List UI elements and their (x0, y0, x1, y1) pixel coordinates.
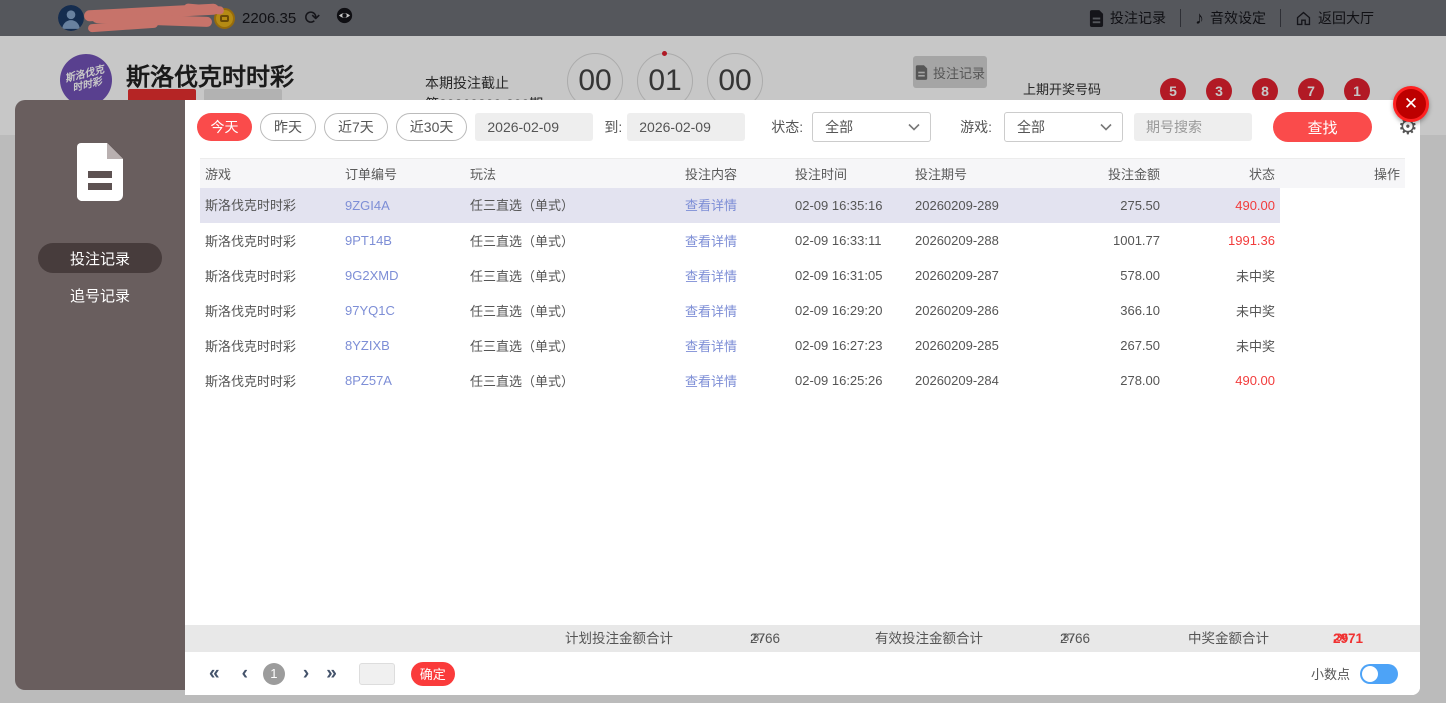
next-page-button[interactable]: › (303, 664, 309, 683)
filter-today-button[interactable]: 今天 (197, 113, 252, 141)
status-select[interactable]: 全部 (812, 112, 932, 142)
bet-records-panel: 今天 昨天 近7天 近30天 2026-02-09 到: 2026-02-09 … (185, 100, 1420, 695)
win-total-label: 中奖金额合计 (1188, 631, 1269, 646)
status-label: 状态: (771, 119, 804, 135)
view-details-link[interactable]: 查看详情 (680, 266, 790, 285)
status-value: 未中奖 (1235, 304, 1275, 319)
chevron-down-icon (908, 123, 920, 131)
decimal-toggle[interactable] (1360, 663, 1398, 684)
date-from-input[interactable]: 2026-02-09 (475, 113, 594, 141)
decimal-toggle-label: 小数点 (1310, 667, 1350, 682)
status-value: 未中奖 (1235, 269, 1275, 284)
order-id-link[interactable]: 8YZIXB (340, 338, 465, 353)
order-id-link[interactable]: 9ZGI4A (340, 188, 465, 223)
planned-total-label: 计划投注金额合计 (565, 631, 673, 646)
prev-page-button[interactable]: ‹ (242, 664, 248, 683)
search-button[interactable]: 查找 (1273, 112, 1373, 142)
first-page-button[interactable]: « (209, 664, 220, 683)
current-page-badge[interactable]: 1 (262, 662, 285, 685)
game-select[interactable]: 全部 (1004, 112, 1124, 142)
confirm-page-button[interactable]: 确定 (410, 661, 455, 686)
table-row: 斯洛伐克时时彩 9PT14B 任三直选（单式） 查看详情 02-09 16:33… (200, 223, 1405, 258)
table-row: 斯洛伐克时时彩 8PZ57A 任三直选（单式） 查看详情 02-09 16:25… (200, 363, 1405, 398)
order-id-link[interactable]: 97YQ1C (340, 303, 465, 318)
chevron-down-icon (1100, 123, 1112, 131)
filter-yesterday-button[interactable]: 昨天 (260, 113, 316, 141)
summary-bar: 计划投注金额合计 2766.87 有效投注金额合计 2766.87 中奖金额合计… (185, 625, 1420, 652)
records-document-icon (77, 143, 123, 206)
view-details-link[interactable]: 查看详情 (680, 231, 790, 250)
table-row: 斯洛伐克时时彩 9ZGI4A 任三直选（单式） 查看详情 02-09 16:35… (200, 188, 1405, 223)
view-details-link[interactable]: 查看详情 (680, 301, 790, 320)
sidebar-item-chase-records[interactable]: 追号记录 (15, 285, 185, 306)
status-value: 490.00 (1165, 188, 1280, 223)
game-label: 游戏: (960, 119, 993, 135)
filter-7days-button[interactable]: 近7天 (324, 113, 388, 141)
modal-sidebar: 投注记录 追号记录 (15, 100, 185, 690)
table-row: 斯洛伐克时时彩 8YZIXB 任三直选（单式） 查看详情 02-09 16:27… (200, 328, 1405, 363)
table-row: 斯洛伐克时时彩 9G2XMD 任三直选（单式） 查看详情 02-09 16:31… (200, 258, 1405, 293)
valid-total-label: 有效投注金额合计 (875, 631, 983, 646)
order-id-link[interactable]: 9G2XMD (340, 268, 465, 283)
date-to-input[interactable]: 2026-02-09 (627, 113, 746, 141)
view-details-link[interactable]: 查看详情 (680, 336, 790, 355)
pagination-bar: « ‹ 1 › » 确定 小数点 (185, 652, 1420, 695)
order-id-link[interactable]: 8PZ57A (340, 373, 465, 388)
order-id-link[interactable]: 9PT14B (340, 233, 465, 248)
filter-bar: 今天 昨天 近7天 近30天 2026-02-09 到: 2026-02-09 … (185, 112, 1420, 142)
last-page-button[interactable]: » (326, 664, 337, 683)
close-modal-button[interactable]: ✕ (1393, 86, 1429, 122)
filter-30days-button[interactable]: 近30天 (395, 113, 468, 141)
status-value: 未中奖 (1235, 339, 1275, 354)
bet-records-table: 游戏 订单编号 玩法 投注内容 投注时间 投注期号 投注金额 状态 操作 斯洛伐… (200, 158, 1405, 398)
toggle-knob (1362, 665, 1378, 682)
status-value: 490.00 (1235, 373, 1275, 388)
period-search-input[interactable] (1134, 113, 1253, 141)
to-label: 到: (604, 119, 623, 135)
sidebar-item-bet-records[interactable]: 投注记录 (38, 243, 162, 273)
table-row: 斯洛伐克时时彩 97YQ1C 任三直选（单式） 查看详情 02-09 16:29… (200, 293, 1405, 328)
view-details-link[interactable]: 查看详情 (680, 188, 790, 223)
page-number-input[interactable] (358, 662, 395, 685)
status-value: 1991.36 (1228, 233, 1275, 248)
table-header-row: 游戏 订单编号 玩法 投注内容 投注时间 投注期号 投注金额 状态 操作 (200, 158, 1405, 188)
view-details-link[interactable]: 查看详情 (680, 371, 790, 390)
